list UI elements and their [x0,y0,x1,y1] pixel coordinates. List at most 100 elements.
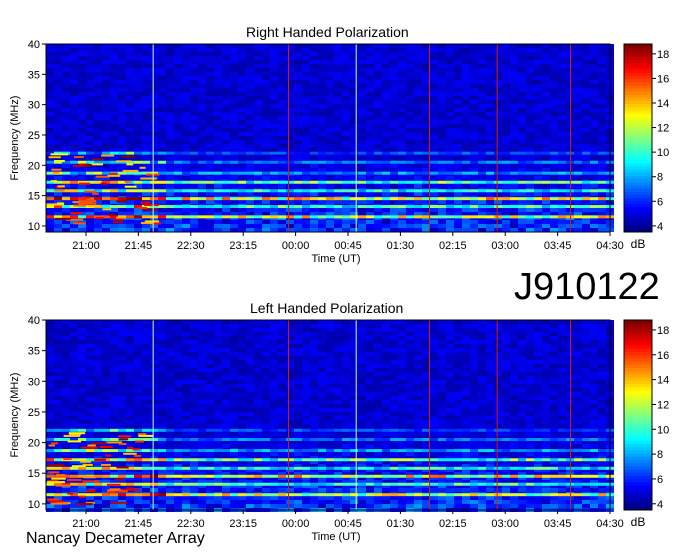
intensity-cell [158,80,166,84]
intensity-cell [126,368,134,372]
intensity-cell [110,116,118,120]
emission-band [542,172,550,175]
intensity-cell [358,148,366,152]
intensity-cell [62,360,70,364]
intensity-cell [206,328,214,332]
emission-band [550,181,558,184]
intensity-cell [374,116,382,120]
intensity-cell [486,156,494,160]
intensity-cell [398,68,406,72]
intensity-cell [502,356,510,360]
intensity-cell [406,368,414,372]
intensity-cell [310,72,318,76]
intensity-cell [206,112,214,116]
intensity-cell [134,136,142,140]
intensity-cell [510,104,518,108]
intensity-cell [206,208,214,212]
intensity-cell [550,352,558,356]
intensity-cell [86,76,94,80]
intensity-cell [486,104,494,108]
intensity-cell [566,228,574,232]
intensity-cell [574,60,582,64]
intensity-cell [166,324,174,328]
intensity-cell [254,112,262,116]
intensity-cell [190,208,198,212]
intensity-cell [302,320,310,324]
intensity-cell [166,184,174,188]
intensity-cell [334,124,342,128]
intensity-cell [294,116,302,120]
intensity-cell [126,340,134,344]
intensity-cell [414,116,422,120]
intensity-cell [438,144,446,148]
intensity-cell [62,80,70,84]
intensity-cell [206,80,214,84]
emission-band [422,161,430,164]
intensity-cell [174,208,182,212]
intensity-cell [462,208,470,212]
intensity-cell [190,64,198,68]
emission-band [358,205,366,208]
intensity-cell [150,148,158,152]
intensity-cell [430,148,438,152]
intensity-cell [462,120,470,124]
intensity-cell [78,124,86,128]
emission-band [526,197,534,200]
intensity-cell [102,104,110,108]
intensity-cell [54,328,62,332]
intensity-cell [102,344,110,348]
intensity-cell [590,332,598,336]
intensity-cell [486,364,494,368]
intensity-cell [46,148,54,152]
intensity-cell [590,48,598,52]
intensity-cell [230,328,238,332]
intensity-cell [142,344,150,348]
intensity-cell [230,352,238,356]
intensity-cell [486,96,494,100]
intensity-cell [598,48,606,52]
intensity-cell [478,328,486,332]
intensity-cell [534,132,542,136]
intensity-cell [78,356,86,360]
intensity-cell [254,124,262,128]
intensity-cell [454,76,462,80]
intensity-cell [198,164,206,168]
intensity-cell [486,176,494,180]
intensity-cell [342,184,350,188]
intensity-cell [510,60,518,64]
intensity-cell [142,364,150,368]
intensity-cell [422,100,430,104]
intensity-cell [190,220,198,224]
intensity-cell [46,104,54,108]
intensity-cell [318,348,326,352]
intensity-cell [246,120,254,124]
intensity-cell [246,132,254,136]
intensity-cell [582,220,590,224]
intensity-cell [302,44,310,48]
intensity-cell [102,164,110,168]
intensity-cell [446,148,454,152]
emission-band [158,181,166,184]
intensity-cell [70,168,78,172]
intensity-cell [158,88,166,92]
colorbar-segment [624,66,652,70]
emission-band [542,197,550,200]
intensity-cell [534,44,542,48]
intensity-cell [526,76,534,80]
intensity-cell [230,92,238,96]
colorbar-segment [624,88,652,92]
emission-band [310,205,318,208]
intensity-cell [166,92,174,96]
intensity-cell [390,156,398,160]
intensity-cell [414,56,422,60]
intensity-cell [118,52,126,56]
intensity-cell [310,344,318,348]
intensity-cell [446,112,454,116]
intensity-cell [46,120,54,124]
x-tick-label: 00:45 [334,240,362,252]
intensity-cell [238,44,246,48]
intensity-cell [462,220,470,224]
intensity-cell [462,352,470,356]
intensity-cell [190,96,198,100]
colorbar-segment [624,82,652,86]
